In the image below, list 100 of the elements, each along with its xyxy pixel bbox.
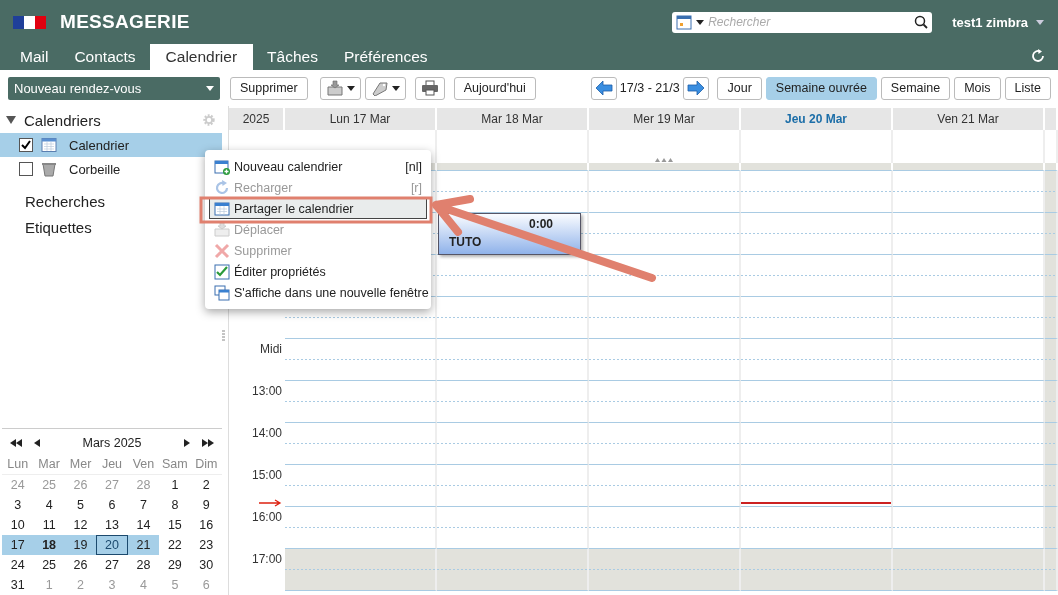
day-header[interactable]: Lun 17 Mar bbox=[285, 108, 437, 130]
day-header[interactable]: Mar 18 Mar bbox=[437, 108, 589, 130]
date-cell[interactable]: 15 bbox=[159, 515, 191, 535]
weekday-label: Dim bbox=[190, 454, 222, 475]
date-cell[interactable]: 18 bbox=[33, 535, 65, 555]
time-slot[interactable] bbox=[589, 255, 741, 297]
calendars-heading[interactable]: Calendriers bbox=[24, 111, 101, 129]
date-cell[interactable]: 3 bbox=[2, 495, 34, 515]
caret-icon bbox=[206, 85, 214, 91]
refresh-icon[interactable] bbox=[1030, 48, 1046, 64]
folder-icon bbox=[325, 80, 344, 96]
date-cell[interactable]: 8 bbox=[159, 495, 191, 515]
new-appointment-button[interactable]: Nouveau rendez-vous bbox=[8, 76, 220, 100]
date-cell[interactable]: 5 bbox=[64, 495, 97, 515]
menu-item[interactable]: Éditer propriétés bbox=[205, 261, 431, 282]
menu-item[interactable]: Partager le calendrier bbox=[209, 198, 427, 219]
printer-icon bbox=[420, 80, 439, 96]
date-cell[interactable]: 14 bbox=[127, 515, 160, 535]
date-cell[interactable]: 21 bbox=[127, 535, 160, 555]
user-menu[interactable]: test1 zimbra bbox=[952, 14, 1028, 30]
time-label: 17:00 bbox=[251, 552, 282, 567]
checkbox[interactable] bbox=[19, 162, 33, 176]
calendar-add-icon bbox=[214, 158, 230, 175]
weekday-label: Lun bbox=[2, 454, 34, 475]
view-button[interactable]: Jour bbox=[717, 76, 762, 100]
delete-button[interactable]: Supprimer bbox=[230, 76, 308, 100]
view-button[interactable]: Semaine ouvrée bbox=[765, 76, 877, 100]
move-button[interactable] bbox=[319, 76, 361, 100]
month-title: Mars 2025 bbox=[81, 436, 143, 450]
previous-button[interactable] bbox=[590, 76, 617, 100]
previous-year-icon[interactable] bbox=[10, 439, 22, 447]
menu-item[interactable]: S'affiche dans une nouvelle fenêtre bbox=[205, 282, 431, 303]
date-cell[interactable]: 17 bbox=[2, 535, 34, 555]
date-cell[interactable]: 6 bbox=[96, 495, 128, 515]
date-cell[interactable]: 7 bbox=[127, 495, 160, 515]
view-button[interactable]: Semaine bbox=[880, 76, 951, 100]
date-cell[interactable]: 25 bbox=[33, 555, 65, 575]
date-cell[interactable]: 11 bbox=[33, 515, 65, 535]
date-cell[interactable]: 10 bbox=[2, 515, 34, 535]
scroll-gutter bbox=[1045, 507, 1058, 549]
app-tab[interactable]: Contacts bbox=[62, 44, 148, 70]
app-tab[interactable]: Préférences bbox=[331, 44, 440, 70]
collapse-icon[interactable] bbox=[6, 116, 16, 124]
date-cell[interactable]: 19 bbox=[64, 535, 97, 555]
app-tab[interactable]: Tâches bbox=[255, 44, 330, 70]
date-cell[interactable]: 27 bbox=[96, 555, 128, 575]
scroll-gutter bbox=[1045, 423, 1058, 465]
resize-handle-icon[interactable] bbox=[222, 329, 225, 342]
app-tab[interactable]: Mail bbox=[8, 44, 61, 70]
scroll-gutter bbox=[1045, 297, 1058, 339]
date-cell[interactable]: 20 bbox=[96, 535, 128, 555]
date-cell[interactable]: 23 bbox=[190, 535, 222, 555]
time-label: Midi bbox=[260, 342, 282, 357]
search-bar[interactable]: Rechercher bbox=[672, 11, 933, 33]
sidebar-section[interactable]: Etiquettes bbox=[25, 219, 92, 236]
date-cell[interactable]: 28 bbox=[127, 555, 160, 575]
scroll-gutter bbox=[1045, 213, 1058, 255]
sidebar-section[interactable]: Recherches bbox=[25, 193, 106, 210]
app-tab[interactable]: Calendrier bbox=[149, 44, 254, 70]
time-label: 14:00 bbox=[251, 426, 282, 441]
date-cell[interactable]: 26 bbox=[64, 555, 97, 575]
previous-month-icon[interactable] bbox=[34, 439, 40, 447]
date-cell[interactable]: 13 bbox=[96, 515, 128, 535]
date-cell[interactable]: 1 bbox=[159, 475, 191, 495]
expand-icon[interactable] bbox=[655, 157, 673, 162]
scroll-gutter bbox=[1045, 381, 1058, 423]
tag-button[interactable] bbox=[364, 76, 406, 100]
calendar-icon bbox=[676, 14, 693, 30]
date-cell[interactable]: 16 bbox=[190, 515, 222, 535]
print-button[interactable] bbox=[414, 76, 445, 100]
settings-icon[interactable] bbox=[202, 113, 216, 127]
day-header[interactable]: Mer 19 Mar bbox=[589, 108, 741, 130]
day-header[interactable]: Ven 21 Mar bbox=[893, 108, 1045, 130]
date-cell[interactable]: 12 bbox=[64, 515, 97, 535]
today-button[interactable]: Aujourd'hui bbox=[453, 76, 536, 100]
date-cell[interactable]: 30 bbox=[190, 555, 222, 575]
time-slot[interactable] bbox=[741, 465, 893, 507]
calendar-item[interactable]: Calendrier bbox=[0, 133, 222, 157]
scroll-gutter bbox=[1045, 465, 1058, 507]
scroll-gutter bbox=[1045, 255, 1058, 297]
date-cell[interactable]: 24 bbox=[2, 555, 34, 575]
date-cell[interactable]: 22 bbox=[159, 535, 191, 555]
view-button[interactable]: Mois bbox=[954, 76, 1001, 100]
current-time-arrow-icon bbox=[259, 499, 283, 507]
date-cell[interactable]: 2 bbox=[190, 475, 222, 495]
time-slot[interactable] bbox=[437, 171, 589, 213]
calendar-icon bbox=[214, 200, 230, 217]
date-cell[interactable]: 9 bbox=[190, 495, 222, 515]
checkbox[interactable] bbox=[19, 138, 33, 152]
search-icon[interactable] bbox=[914, 15, 929, 29]
next-year-icon[interactable] bbox=[202, 439, 214, 447]
next-month-icon[interactable] bbox=[184, 439, 190, 447]
caret-icon[interactable] bbox=[696, 19, 705, 25]
day-header[interactable]: Jeu 20 Mar bbox=[741, 108, 893, 130]
date-cell[interactable]: 4 bbox=[33, 495, 65, 515]
date-cell[interactable]: 29 bbox=[159, 555, 191, 575]
next-button[interactable] bbox=[682, 76, 709, 100]
view-button[interactable]: Liste bbox=[1004, 76, 1051, 100]
year-label: 2025 bbox=[229, 108, 285, 130]
date-cell[interactable]: 31 bbox=[2, 575, 34, 595]
